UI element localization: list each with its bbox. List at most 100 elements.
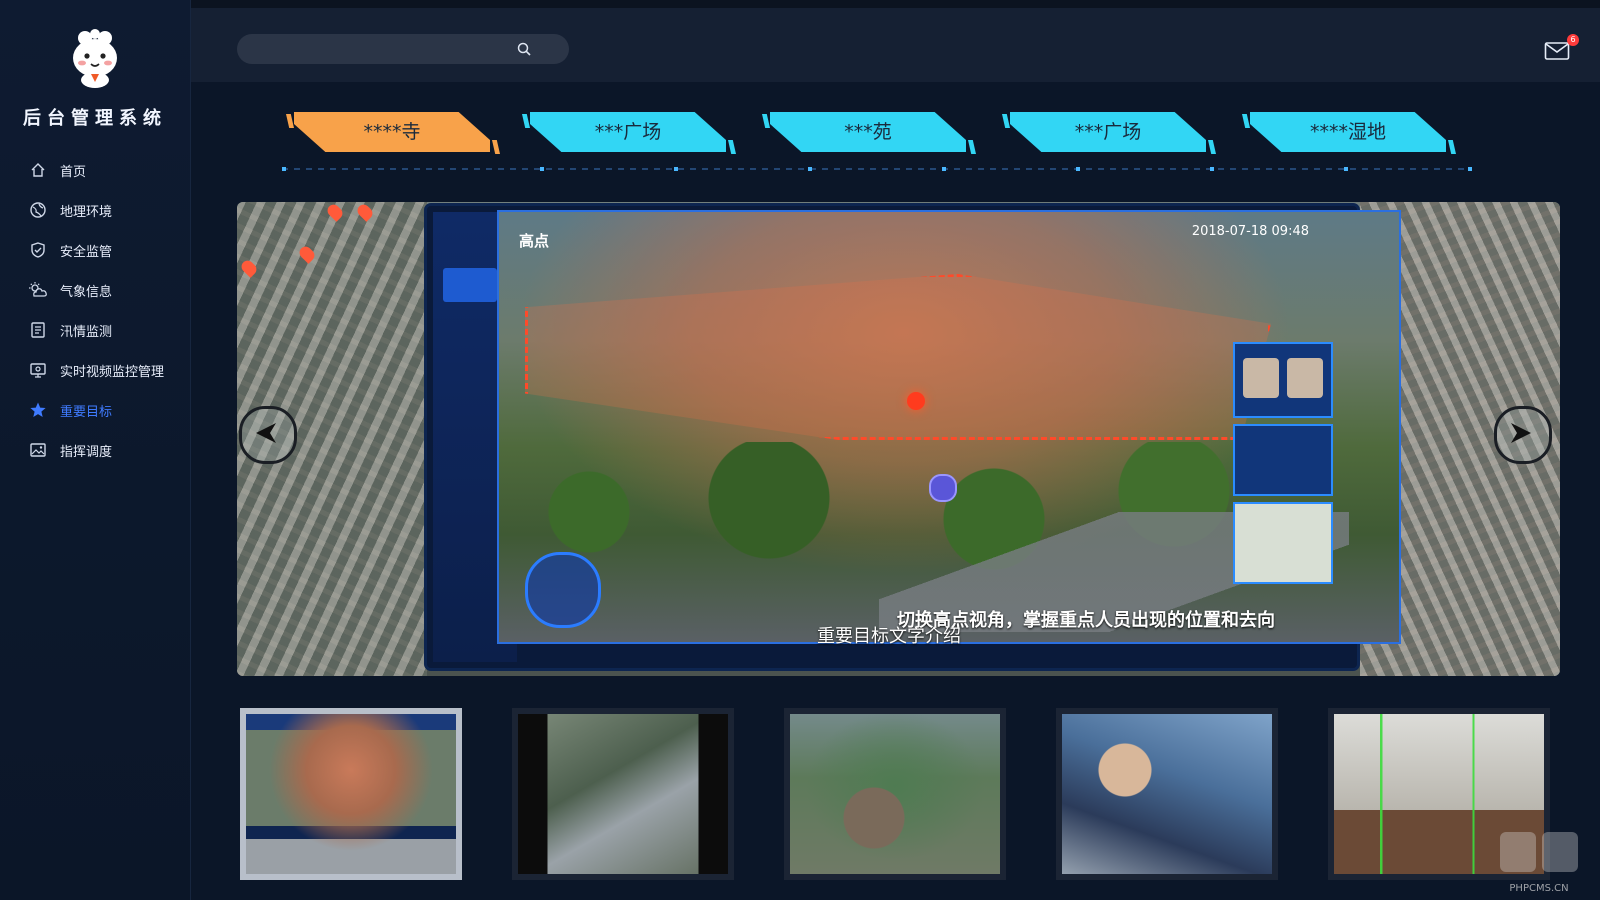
ptz-control-icon (525, 552, 601, 628)
screen-menu-item (443, 388, 497, 422)
sidebar: 后台管理系统 首页 地理环境 安全监管 气象信息 汛情监测 实时视频监控管理 重… (0, 0, 191, 900)
thumbnail-4[interactable] (1056, 708, 1278, 880)
shield-icon (28, 240, 48, 260)
sidebar-item-label: 气象信息 (60, 284, 113, 300)
tab-edge (522, 114, 530, 128)
scene-view: 高点 2018-07-18 09:48 (497, 210, 1401, 644)
target-tabs: ****寺 ***广场 ***苑 ***广场 ****湿地 (282, 112, 1502, 174)
sidebar-item-weather[interactable]: 气象信息 (0, 270, 190, 310)
thumbnail-3[interactable] (784, 708, 1006, 880)
tab-underline (282, 167, 1472, 171)
vehicle-card (1233, 424, 1333, 496)
sidebar-item-label: 安全监管 (60, 244, 113, 260)
thumbnail-strip (240, 708, 1560, 884)
screen-menu-item (443, 348, 497, 382)
watermark-text: PHPCMS.CN (1509, 883, 1569, 894)
tab-label: ***广场 (594, 121, 662, 143)
person-card (1233, 342, 1333, 418)
video-screen: 高点 2018-07-18 09:48 切换高点视角，掌握重点人员出现的位置和去… (427, 206, 1401, 668)
tab-edge (1208, 140, 1216, 154)
star-icon (28, 400, 48, 420)
scene-timestamp: 2018-07-18 09:48 (1191, 224, 1309, 239)
thumbnail-image (246, 714, 456, 874)
sidebar-item-label: 首页 (60, 164, 87, 180)
search-input[interactable] (251, 34, 515, 66)
document-icon (28, 320, 48, 340)
tab-5[interactable]: ****湿地 (1238, 112, 1456, 156)
underline-dot (1210, 167, 1214, 171)
screen-menu-home (443, 232, 497, 266)
location-marker-icon (929, 474, 957, 502)
thumbnail-image (790, 714, 1000, 874)
sidebar-item-label: 地理环境 (60, 204, 113, 220)
tab-1[interactable]: ****寺 (282, 112, 500, 156)
highlight-zone (525, 274, 1271, 440)
screen-menu-item (443, 308, 497, 342)
sidebar-item-label: 重要目标 (60, 404, 113, 420)
search-box (237, 34, 569, 66)
sidebar-item-security[interactable]: 安全监管 (0, 230, 190, 270)
app-title: 后台管理系统 (23, 108, 167, 129)
alert-marker-icon (907, 392, 925, 410)
underline-dot (942, 167, 946, 171)
person-cards (1233, 342, 1333, 592)
sidebar-item-video[interactable]: 实时视频监控管理 (0, 350, 190, 390)
tab-label: ****寺 (363, 121, 421, 143)
sidebar-item-dispatch[interactable]: 指挥调度 (0, 430, 190, 470)
tab-label: ***苑 (844, 121, 892, 143)
tab-label: ****湿地 (1309, 121, 1386, 143)
sidebar-item-label: 指挥调度 (60, 444, 113, 460)
mini-map-card (1233, 502, 1333, 584)
watermark: PHPCMS.CN (1496, 828, 1582, 894)
tab-edge (762, 114, 770, 128)
tab-4[interactable]: ***广场 (998, 112, 1216, 156)
tab-2[interactable]: ***广场 (518, 112, 736, 156)
weather-icon (28, 280, 48, 300)
sidebar-item-flood[interactable]: 汛情监测 (0, 310, 190, 350)
tab-edge (1448, 140, 1456, 154)
tab-edge (1002, 114, 1010, 128)
watermark-logo-icon (1500, 832, 1578, 872)
prev-button[interactable] (239, 406, 297, 464)
top-bar: 6 (191, 0, 1600, 82)
monitor-icon (28, 360, 48, 380)
face-photo (1287, 358, 1323, 398)
sidebar-nav: 首页 地理环境 安全监管 气象信息 汛情监测 实时视频监控管理 重要目标 指挥调… (0, 150, 190, 470)
underline-dot (540, 167, 544, 171)
thumbnail-image (518, 714, 728, 874)
sidebar-item-home[interactable]: 首页 (0, 150, 190, 190)
search-icon[interactable] (517, 42, 531, 56)
thumbnail-1[interactable] (240, 708, 462, 880)
image-icon (28, 440, 48, 460)
home-icon (28, 160, 48, 180)
tab-3[interactable]: ***苑 (758, 112, 976, 156)
sidebar-item-label: 实时视频监控管理 (60, 364, 165, 380)
target-description: 重要目标文字介绍 (817, 626, 961, 647)
mail-icon[interactable] (1544, 40, 1570, 62)
sidebar-item-geography[interactable]: 地理环境 (0, 190, 190, 230)
next-button[interactable] (1494, 406, 1552, 464)
scene-label: 高点 (519, 232, 550, 250)
face-photo (1243, 358, 1279, 398)
main-viewer: 高点 2018-07-18 09:48 切换高点视角，掌握重点人员出现的位置和去… (237, 202, 1560, 676)
globe-icon (28, 200, 48, 220)
tab-label: ***广场 (1074, 121, 1142, 143)
arrow-right-icon (1511, 423, 1531, 443)
sidebar-item-label: 汛情监测 (60, 324, 113, 340)
logo (0, 26, 190, 90)
thumbnail-2[interactable] (512, 708, 734, 880)
arrow-left-icon (256, 423, 276, 443)
mascot-logo-icon (73, 29, 117, 88)
underline-dot (1468, 167, 1472, 171)
underline-dot (808, 167, 812, 171)
sidebar-item-key-targets[interactable]: 重要目标 (0, 390, 190, 430)
tab-edge (968, 140, 976, 154)
underline-dot (282, 167, 286, 171)
tab-edge (286, 114, 294, 128)
underline-dot (674, 167, 678, 171)
mail-badge: 6 (1567, 34, 1579, 46)
screen-menu-grid (443, 268, 497, 302)
underline-dot (1076, 167, 1080, 171)
tab-edge (1242, 114, 1250, 128)
underline-dot (1344, 167, 1348, 171)
